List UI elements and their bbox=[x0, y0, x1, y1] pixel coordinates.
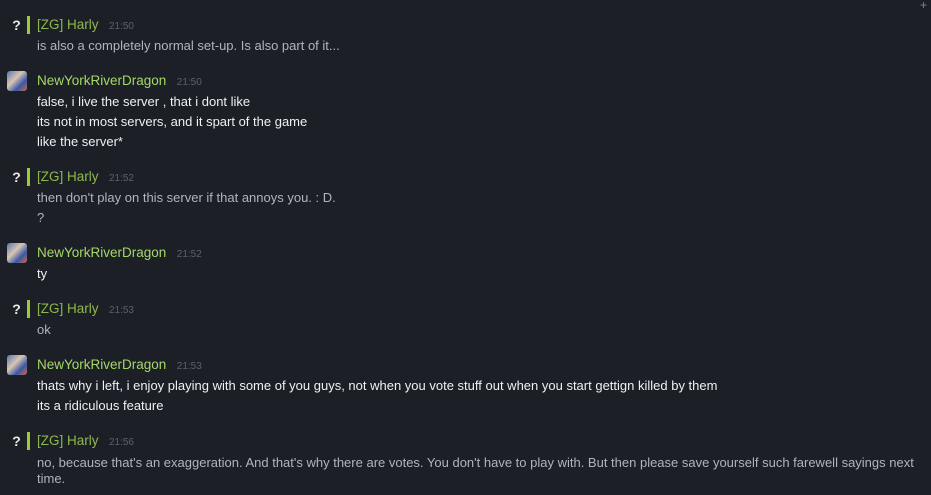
author-name[interactable]: NewYorkRiverDragon bbox=[37, 357, 166, 372]
avatar[interactable] bbox=[6, 242, 30, 264]
timestamp: 21:52 bbox=[108, 173, 134, 184]
message-line: ok bbox=[37, 322, 51, 337]
message-header: [ZG] Harly 21:53 bbox=[37, 300, 134, 318]
message-header: [ZG] Harly 21:56 bbox=[37, 432, 134, 450]
author-name[interactable]: [ZG] Harly bbox=[37, 433, 99, 448]
message-line: like the server* bbox=[37, 134, 123, 149]
message-header: NewYorkRiverDragon 21:52 bbox=[37, 244, 202, 262]
timestamp: 21:52 bbox=[176, 249, 202, 260]
chat-log[interactable]: + ? [ZG] Harly 21:50 is also a completel… bbox=[0, 0, 931, 495]
message-body: ok bbox=[37, 320, 51, 340]
message-line: false, i live the server , that i dont l… bbox=[37, 94, 251, 109]
message-body: ty bbox=[37, 264, 47, 284]
message-body: no, because that's an exaggeration. And … bbox=[37, 452, 917, 487]
message-header: [ZG] Harly 21:52 bbox=[37, 168, 134, 186]
avatar[interactable]: ? bbox=[6, 14, 30, 36]
message-body: then don't play on this server if that a… bbox=[37, 188, 336, 228]
message-line: no, because that's an exaggeration. And … bbox=[37, 455, 914, 486]
question-mark-icon: ? bbox=[12, 301, 21, 317]
timestamp: 21:50 bbox=[176, 77, 202, 88]
message-line: its not in most servers, and it spart of… bbox=[37, 114, 308, 129]
add-icon[interactable]: + bbox=[920, 0, 927, 12]
message-header: NewYorkRiverDragon 21:53 bbox=[37, 356, 202, 374]
user-avatar-image bbox=[7, 71, 27, 91]
author-name[interactable]: NewYorkRiverDragon bbox=[37, 245, 166, 260]
message-line: then don't play on this server if that a… bbox=[37, 190, 336, 205]
question-mark-icon: ? bbox=[12, 169, 21, 185]
author-name[interactable]: [ZG] Harly bbox=[37, 301, 99, 316]
ingame-status-bar bbox=[27, 300, 30, 318]
message-body: thats why i left, i enjoy playing with s… bbox=[37, 376, 717, 416]
message-line: thats why i left, i enjoy playing with s… bbox=[37, 378, 718, 393]
avatar[interactable]: ? bbox=[6, 298, 30, 320]
author-name[interactable]: NewYorkRiverDragon bbox=[37, 73, 166, 88]
message-body: false, i live the server , that i dont l… bbox=[37, 92, 307, 152]
ingame-status-bar bbox=[27, 16, 30, 34]
message-body: is also a completely normal set-up. Is a… bbox=[37, 36, 340, 56]
message-line: its a ridiculous feature bbox=[37, 398, 164, 413]
message-line: ty bbox=[37, 266, 48, 281]
question-mark-icon: ? bbox=[12, 17, 21, 33]
author-name[interactable]: [ZG] Harly bbox=[37, 17, 99, 32]
message-header: [ZG] Harly 21:50 bbox=[37, 16, 134, 34]
question-mark-icon: ? bbox=[12, 433, 21, 449]
ingame-status-bar bbox=[27, 432, 30, 450]
avatar[interactable]: ? bbox=[6, 166, 30, 188]
message-line: ? bbox=[37, 210, 45, 225]
avatar[interactable]: ? bbox=[6, 430, 30, 452]
avatar[interactable] bbox=[6, 70, 30, 92]
ingame-status-bar bbox=[27, 168, 30, 186]
user-avatar-image bbox=[7, 355, 27, 375]
author-name[interactable]: [ZG] Harly bbox=[37, 169, 99, 184]
timestamp: 21:50 bbox=[108, 21, 134, 32]
timestamp: 21:53 bbox=[108, 305, 134, 316]
timestamp: 21:53 bbox=[176, 361, 202, 372]
avatar[interactable] bbox=[6, 354, 30, 376]
timestamp: 21:56 bbox=[108, 437, 134, 448]
message-header: NewYorkRiverDragon 21:50 bbox=[37, 72, 202, 90]
message-line: is also a completely normal set-up. Is a… bbox=[37, 38, 340, 53]
user-avatar-image bbox=[7, 243, 27, 263]
